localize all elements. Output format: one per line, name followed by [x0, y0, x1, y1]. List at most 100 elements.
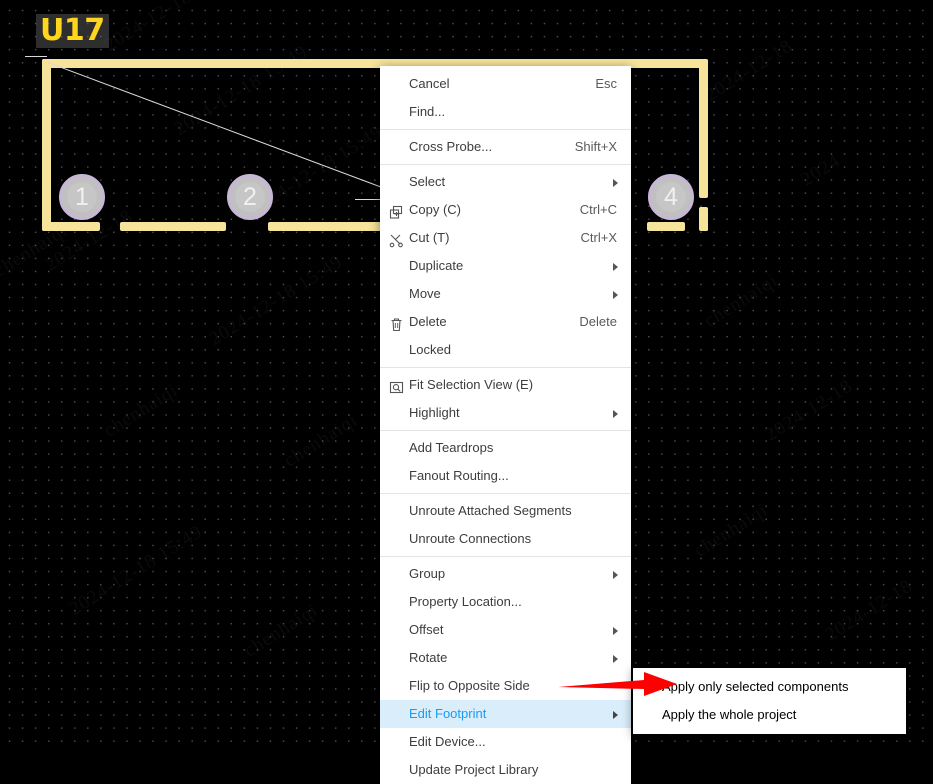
menu-item-shortcut: Shift+X: [574, 139, 617, 154]
watermark: 2024-12-18 15:49: [206, 251, 347, 351]
pad-1[interactable]: 1: [59, 174, 105, 220]
submenu-item-label: Apply only selected components: [662, 679, 849, 694]
menu-item-label: Cross Probe...: [409, 139, 493, 154]
menu-item-find[interactable]: Find...: [380, 98, 631, 126]
outline-bottom-segment: [647, 222, 685, 231]
menu-item-flip-to-opposite-side[interactable]: Flip to Opposite Side: [380, 672, 631, 700]
menu-separator: [380, 367, 631, 368]
watermark: 2024-12-18 15:49: [101, 0, 242, 57]
chevron-right-icon: [613, 627, 618, 635]
outline-right-edge: [699, 59, 708, 198]
menu-item-fit-selection-view-e[interactable]: Fit Selection View (E): [380, 371, 631, 399]
menu-item-shortcut: Esc: [595, 76, 617, 91]
menu-item-label: Find...: [409, 104, 446, 119]
menu-item-highlight[interactable]: Highlight: [380, 399, 631, 427]
watermark: 2024-12-18: [822, 576, 917, 647]
menu-item-label: Edit Footprint: [409, 706, 487, 721]
menu-item-label: Offset: [409, 622, 444, 637]
menu-item-label: Delete: [409, 314, 447, 329]
context-menu[interactable]: Cancel Esc Find... Cross Probe... Shift+X Sel…: [380, 66, 631, 784]
outline-bottom-segment: [42, 222, 100, 231]
menu-item-cancel[interactable]: Cancel Esc: [380, 70, 631, 98]
menu-item-copy-c[interactable]: Copy (C) Ctrl+C: [380, 196, 631, 224]
menu-item-label: Fanout Routing...: [409, 468, 509, 483]
outline-left-edge: [42, 59, 51, 231]
menu-item-cut-t[interactable]: Cut (T) Ctrl+X: [380, 224, 631, 252]
chevron-right-icon: [613, 410, 618, 418]
menu-item-label: Duplicate: [409, 258, 464, 273]
menu-item-label: Unroute Connections: [409, 531, 532, 546]
menu-item-label: Update Project Library: [409, 762, 539, 777]
menu-item-label: Move: [409, 286, 441, 301]
menu-item-offset[interactable]: Offset: [380, 616, 631, 644]
menu-item-move[interactable]: Move: [380, 280, 631, 308]
menu-item-label: Locked: [409, 342, 451, 357]
menu-item-label: Rotate: [409, 650, 448, 665]
menu-item-add-teardrops[interactable]: Add Teardrops: [380, 434, 631, 462]
chevron-right-icon: [613, 571, 618, 579]
watermark: 2024-12-18: [762, 376, 857, 447]
watermark: chenhaiqi: [280, 410, 362, 473]
menu-item-shortcut: Ctrl+C: [579, 202, 617, 217]
edit-footprint-submenu[interactable]: Apply only selected components Apply the …: [633, 668, 906, 734]
cut-icon: [389, 230, 404, 248]
menu-separator: [380, 430, 631, 431]
watermark: 2024-12-18: [702, 36, 797, 107]
watermark: 2024-12-18 15:49: [66, 521, 207, 621]
menu-item-rotate[interactable]: Rotate: [380, 644, 631, 672]
trash-icon: [389, 314, 404, 332]
designator-leader-line: [25, 56, 47, 57]
watermark: chenhaiqi: [100, 380, 182, 443]
menu-item-label: Cancel: [409, 76, 450, 91]
menu-item-label: Select: [409, 174, 446, 189]
menu-separator: [380, 129, 631, 130]
menu-item-property-location[interactable]: Property Location...: [380, 588, 631, 616]
menu-item-group[interactable]: Group: [380, 560, 631, 588]
submenu-item-apply-only-selected-components[interactable]: Apply only selected components: [633, 673, 906, 701]
menu-item-unroute-connections[interactable]: Unroute Connections: [380, 525, 631, 553]
submenu-item-apply-the-whole-project[interactable]: Apply the whole project: [633, 701, 906, 729]
chevron-right-icon: [613, 179, 618, 187]
menu-separator: [380, 164, 631, 165]
chevron-right-icon: [613, 655, 618, 663]
menu-separator: [380, 493, 631, 494]
menu-item-label: Property Location...: [409, 594, 522, 609]
outline-bottom-segment: [705, 222, 708, 231]
menu-item-shortcut: Delete: [579, 314, 617, 329]
fit-view-icon: [389, 377, 404, 394]
chevron-right-icon: [613, 291, 618, 299]
menu-item-label: Unroute Attached Segments: [409, 503, 572, 518]
menu-item-delete[interactable]: Delete Delete: [380, 308, 631, 336]
submenu-item-label: Apply the whole project: [662, 707, 797, 722]
menu-item-duplicate[interactable]: Duplicate: [380, 252, 631, 280]
menu-item-cross-probe[interactable]: Cross Probe... Shift+X: [380, 133, 631, 161]
menu-item-unroute-attached-segments[interactable]: Unroute Attached Segments: [380, 497, 631, 525]
menu-item-edit-footprint[interactable]: Edit Footprint: [380, 700, 631, 728]
menu-item-select[interactable]: Select: [380, 168, 631, 196]
watermark: chenhaiqi: [700, 270, 782, 333]
menu-item-label: Highlight: [409, 405, 460, 420]
menu-item-label: Copy (C): [409, 202, 462, 217]
watermark: chenhaiqi: [690, 500, 772, 563]
menu-item-label: Fit Selection View (E): [409, 377, 534, 392]
pad-4[interactable]: 4: [648, 174, 694, 220]
menu-item-fanout-routing[interactable]: Fanout Routing...: [380, 462, 631, 490]
menu-item-edit-device[interactable]: Edit Device...: [380, 728, 631, 756]
copy-icon: [389, 202, 404, 219]
menu-item-shortcut: Ctrl+X: [580, 230, 617, 245]
menu-item-label: Flip to Opposite Side: [409, 678, 530, 693]
chevron-right-icon: [613, 263, 618, 271]
menu-item-label: Add Teardrops: [409, 440, 494, 455]
outline-bottom-segment: [120, 222, 226, 231]
menu-separator: [380, 556, 631, 557]
component-designator: U17: [36, 14, 109, 48]
pad-2[interactable]: 2: [227, 174, 273, 220]
watermark: 2024: [797, 151, 844, 192]
menu-item-label: Edit Device...: [409, 734, 486, 749]
menu-item-label: Cut (T): [409, 230, 450, 245]
menu-item-locked[interactable]: Locked: [380, 336, 631, 364]
watermark: chenhaiqi: [240, 600, 322, 663]
menu-item-label: Group: [409, 566, 446, 581]
chevron-right-icon: [613, 711, 618, 719]
menu-item-update-project-library[interactable]: Update Project Library: [380, 756, 631, 784]
